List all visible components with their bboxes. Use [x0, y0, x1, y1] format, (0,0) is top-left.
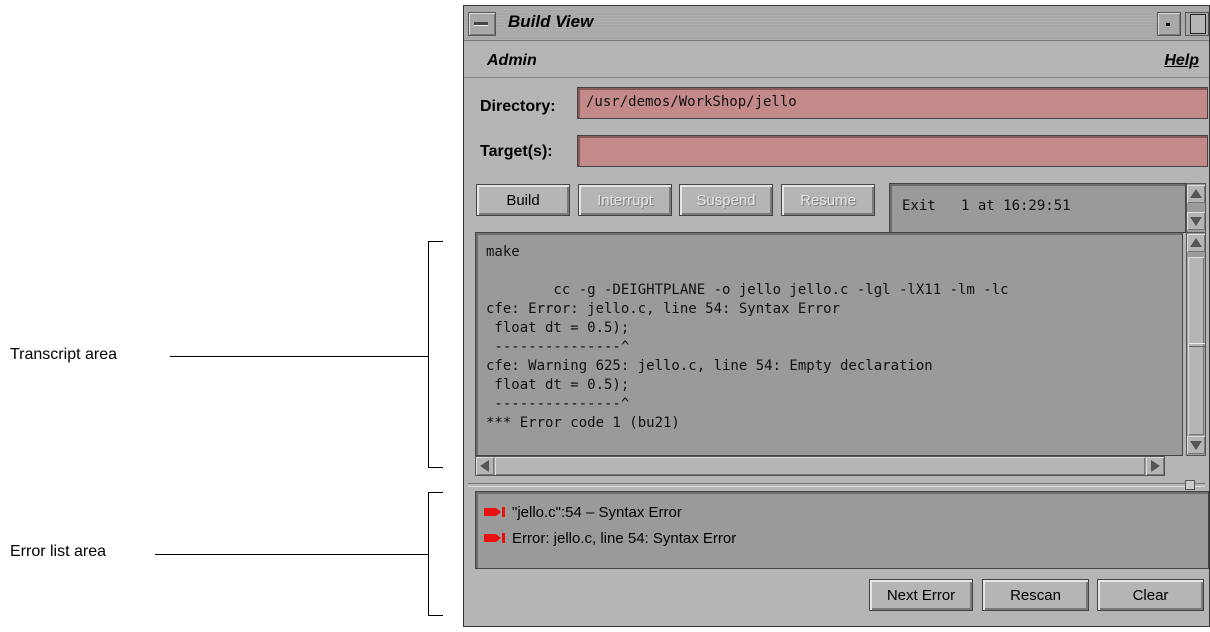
targets-label: Target(s): [480, 143, 553, 160]
build-view-window: Build View Admin Help Directory: /usr/de… [463, 5, 1210, 627]
error-list-item[interactable]: "jello.c":54 – Syntax Error [484, 501, 682, 523]
pane-sash-handle[interactable] [1185, 480, 1195, 490]
menu-help[interactable]: Help [1164, 52, 1199, 70]
next-error-button[interactable]: Next Error [869, 579, 973, 611]
transcript-line: make [486, 244, 520, 260]
directory-field[interactable]: /usr/demos/WorkShop/jello [577, 87, 1208, 119]
transcript-line: float dt = 0.5); [486, 320, 630, 336]
scroll-left-icon[interactable] [476, 457, 494, 475]
transcript-vertical-scrollbar[interactable] [1186, 232, 1206, 456]
scroll-right-icon[interactable] [1146, 457, 1164, 475]
thumb-grip [1189, 343, 1205, 347]
title-bar[interactable]: Build View [464, 6, 1209, 41]
transcript-line [486, 262, 1009, 281]
transcript-bracket [428, 241, 443, 468]
error-item-text: "jello.c":54 – Syntax Error [512, 503, 682, 521]
rescan-button[interactable]: Rescan [982, 579, 1089, 611]
horizontal-scroll-thumb[interactable] [495, 457, 1145, 475]
interrupt-button[interactable]: Interrupt [578, 184, 672, 216]
transcript-scroll-up-icon[interactable] [1187, 234, 1205, 252]
build-button[interactable]: Build [476, 184, 570, 216]
transcript-area-label: Transcript area [10, 346, 117, 363]
transcript-line: cfe: Error: jello.c, line 54: Syntax Err… [486, 301, 841, 317]
status-scroll-up-icon[interactable] [1187, 185, 1205, 203]
resume-button[interactable]: Resume [781, 184, 875, 216]
error-arrow-icon [484, 507, 506, 517]
error-list[interactable]: "jello.c":54 – Syntax Error Error: jello… [475, 491, 1209, 569]
transcript-scroll-thumb[interactable] [1188, 257, 1205, 435]
error-list-item[interactable]: Error: jello.c, line 54: Syntax Error [484, 527, 736, 549]
targets-field[interactable] [577, 135, 1208, 167]
error-arrow-icon [484, 533, 506, 543]
minimize-button[interactable] [1157, 12, 1181, 36]
error-list-area-label: Error list area [10, 543, 107, 560]
clear-button[interactable]: Clear [1097, 579, 1204, 611]
errorlist-callout-line [155, 554, 428, 555]
errorlist-bracket [428, 492, 443, 616]
directory-label: Directory: [480, 98, 556, 115]
transcript-line: cfe: Warning 625: jello.c, line 54: Empt… [486, 358, 933, 374]
suspend-button[interactable]: Suspend [679, 184, 773, 216]
window-menu-button[interactable] [468, 12, 496, 36]
status-display: Exit 1 at 16:29:51 [889, 183, 1186, 233]
transcript-line: cc -g -DEIGHTPLANE -o jello jello.c -lgl… [486, 282, 1009, 298]
transcript-area[interactable]: make cc -g -DEIGHTPLANE -o jello jello.c… [475, 232, 1183, 456]
transcript-scroll-down-icon[interactable] [1187, 436, 1205, 454]
menu-bar: Admin Help [464, 43, 1209, 78]
transcript-callout-line [170, 356, 428, 357]
pane-separator [468, 483, 1205, 487]
menu-admin[interactable]: Admin [487, 52, 537, 70]
transcript-line: ---------------^ [486, 396, 630, 412]
maximize-button[interactable] [1185, 12, 1209, 36]
transcript-line: float dt = 0.5); [486, 377, 630, 393]
transcript-horizontal-scrollbar[interactable] [475, 456, 1165, 476]
window-title: Build View [508, 12, 594, 31]
status-scroll-down-icon[interactable] [1187, 212, 1205, 230]
status-scrollbar[interactable] [1186, 183, 1206, 233]
transcript-lines: make cc -g -DEIGHTPLANE -o jello jello.c… [486, 243, 1009, 433]
transcript-line: ---------------^ [486, 339, 630, 355]
transcript-line: *** Error code 1 (bu21) [486, 415, 680, 431]
error-item-text: Error: jello.c, line 54: Syntax Error [512, 529, 737, 547]
